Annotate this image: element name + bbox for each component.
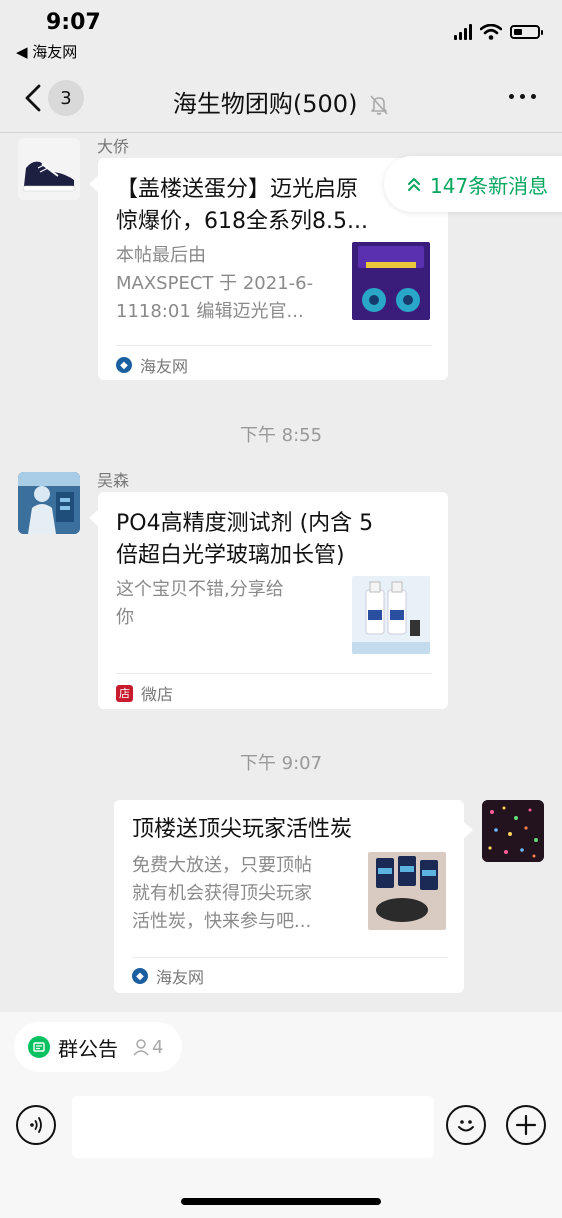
bubble-tail	[89, 176, 98, 192]
link-card[interactable]: PO4高精度测试剂 (内含 5 倍超白光学玻璃加长管) 这个宝贝不错,分享给 你…	[98, 492, 448, 709]
notice-count: 4	[132, 1037, 163, 1058]
chat-title: 海生物团购(500)	[0, 84, 562, 119]
double-chevron-up-icon	[408, 178, 420, 191]
avatar[interactable]	[18, 472, 80, 534]
card-desc-line: 1118:01 编辑迈光官...	[116, 301, 304, 322]
bubble-tail	[89, 510, 98, 526]
emoji-icon	[458, 1120, 474, 1132]
card-desc-line: MAXSPECT 于 2021-6-	[116, 273, 314, 294]
back-to-app-link[interactable]: ◀ 海友网	[16, 41, 77, 62]
cellular-signal-icon	[454, 24, 472, 40]
card-source-label: 微店	[141, 685, 174, 704]
card-title-line: 倍超白光学玻璃加长管)	[116, 543, 345, 568]
bubble-tail	[464, 822, 473, 838]
nav-divider	[0, 132, 562, 133]
battery-icon	[510, 25, 543, 39]
card-separator	[132, 957, 448, 958]
more-options-icon[interactable]	[509, 94, 536, 99]
add-more-button[interactable]	[506, 1105, 546, 1145]
card-source-label: 海友网	[140, 357, 189, 376]
time-separator: 下午 8:55	[239, 425, 323, 446]
card-title-line: 顶楼送顶尖玩家活性炭	[132, 817, 353, 842]
group-notice-button[interactable]: 群公告 4	[14, 1022, 182, 1072]
notice-count-value: 4	[152, 1036, 164, 1058]
card-thumbnail	[368, 852, 446, 930]
lab-avatar-image	[18, 472, 80, 534]
card-desc-line: 活性炭，快来参与吧...	[132, 911, 312, 932]
notice-icon	[28, 1036, 50, 1058]
sender-name: 大侨	[97, 137, 130, 156]
home-indicator[interactable]	[181, 1198, 381, 1205]
link-card[interactable]: 顶楼送顶尖玩家活性炭 免费大放送，只要顶帖 就有机会获得顶尖玩家 活性炭，快来参…	[114, 800, 464, 993]
status-icons	[454, 24, 543, 40]
group-notice-label: 群公告	[58, 1036, 118, 1061]
card-source: ◆ 海友网	[132, 964, 204, 988]
avatar[interactable]	[18, 138, 80, 200]
haiyou-logo-icon: ◆	[132, 968, 148, 984]
card-desc-line: 你	[116, 607, 134, 628]
plus-icon	[515, 1114, 537, 1136]
card-source: ◆ 海友网	[116, 353, 188, 377]
sender-name: 吴森	[97, 471, 130, 490]
emoji-button[interactable]	[446, 1105, 486, 1145]
chat-title-text: 海生物团购(500)	[172, 90, 358, 118]
self-avatar-image	[482, 800, 544, 862]
wifi-icon	[480, 24, 502, 40]
new-messages-button[interactable]: 147条新消息	[384, 156, 562, 212]
card-desc-line: 就有机会获得顶尖玩家	[132, 883, 312, 904]
card-desc-line: 免费大放送，只要顶帖	[132, 855, 312, 876]
weidian-shop-icon: 店	[116, 684, 133, 702]
sneaker-avatar-image	[18, 138, 80, 200]
card-separator	[116, 673, 432, 674]
card-title-line: 惊爆价，618全系列8.5...	[116, 209, 368, 234]
card-source: 店 微店	[116, 681, 173, 705]
time-separator: 下午 9:07	[239, 753, 323, 774]
card-source-label: 海友网	[156, 968, 205, 987]
new-messages-label: 147条新消息	[430, 173, 549, 198]
message-input[interactable]	[72, 1096, 434, 1158]
haiyou-logo-icon: ◆	[116, 357, 132, 373]
card-separator	[116, 345, 432, 346]
voice-icon	[30, 1117, 42, 1133]
card-desc-line: 本帖最后由	[116, 245, 206, 266]
card-desc-line: 这个宝贝不错,分享给	[116, 579, 284, 600]
card-title-line: PO4高精度测试剂 (内含 5	[116, 511, 374, 536]
card-thumbnail	[352, 242, 430, 320]
mute-bell-icon	[370, 95, 388, 115]
voice-input-button[interactable]	[16, 1105, 56, 1145]
avatar[interactable]	[482, 800, 544, 862]
status-time: 9:07	[46, 10, 101, 35]
person-icon	[133, 1039, 149, 1056]
card-thumbnail	[352, 576, 430, 654]
